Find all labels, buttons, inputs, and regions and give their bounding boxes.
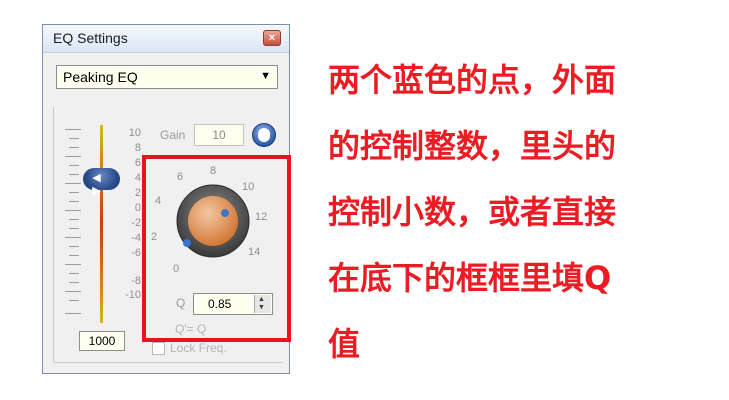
db-label: -8 <box>131 275 141 287</box>
panel-divider-bottom <box>53 362 283 363</box>
db-label: 0 <box>134 202 141 214</box>
filter-type-value: Peaking EQ <box>63 69 138 85</box>
panel-divider-left <box>53 107 54 362</box>
window-title: EQ Settings <box>53 30 128 46</box>
chevron-down-icon: ▼ <box>260 70 271 82</box>
gain-label: Gain <box>160 128 186 142</box>
knob-highlight-box <box>142 155 291 342</box>
db-label: 2 <box>134 187 141 199</box>
frequency-field[interactable]: 1000 <box>79 331 125 351</box>
title-bar[interactable]: EQ Settings × <box>43 25 289 53</box>
info-circle-icon <box>258 128 270 142</box>
annotation-line: 在底下的框框里填Q <box>328 259 612 297</box>
lock-freq-checkbox[interactable] <box>152 342 165 355</box>
filter-type-select[interactable]: Peaking EQ ▼ <box>56 65 278 89</box>
lock-freq-label: Lock Freq. <box>170 341 227 355</box>
annotation-line: 控制小数，或者直接 <box>328 193 617 231</box>
db-label: 8 <box>134 142 141 154</box>
db-label: 6 <box>134 157 141 169</box>
close-icon: × <box>268 32 276 44</box>
db-label: -10 <box>125 289 141 301</box>
db-label: 4 <box>134 172 141 184</box>
close-button[interactable]: × <box>263 30 281 46</box>
annotation-line: 值 <box>328 325 361 363</box>
gain-field[interactable]: 10 <box>194 124 244 146</box>
db-label: -6 <box>131 247 141 259</box>
annotation-line: 的控制整数，里头的 <box>328 127 617 165</box>
db-label: -4 <box>131 232 141 244</box>
handle-arrows-icon: ◀ ▶ <box>92 172 111 197</box>
db-label: 10 <box>128 127 141 139</box>
gain-slider-handle[interactable]: ◀ ▶ <box>83 168 120 197</box>
gain-slider-track[interactable] <box>100 125 103 323</box>
info-button[interactable] <box>252 123 276 147</box>
annotation-line: 两个蓝色的点，外面 <box>328 61 617 99</box>
db-label: -2 <box>131 217 141 229</box>
